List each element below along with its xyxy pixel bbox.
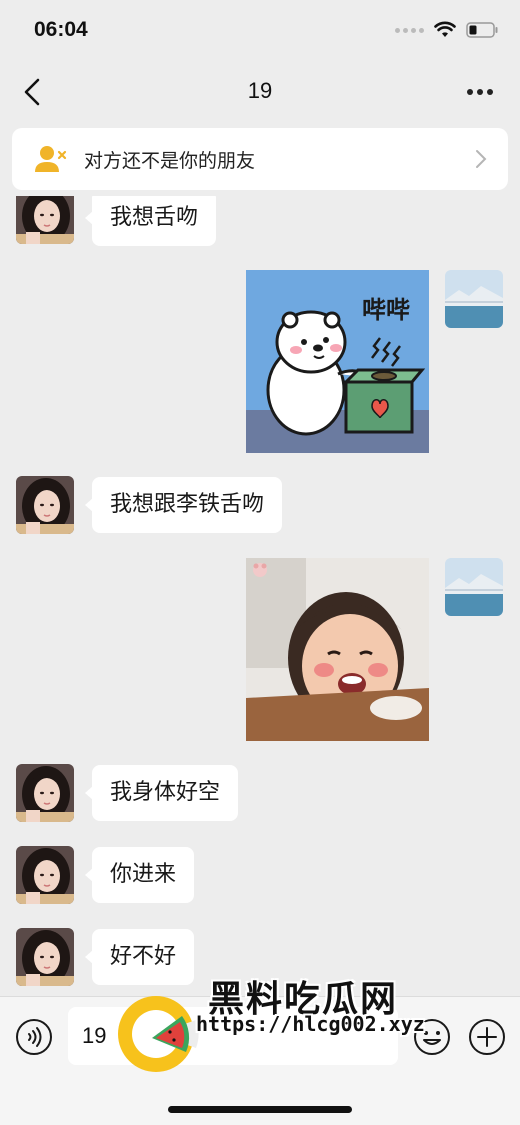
message-bubble[interactable]: 我身体好空: [84, 765, 239, 821]
user-x-icon: [35, 146, 67, 172]
message-text: 我想舌吻: [110, 205, 199, 230]
sticker-text: 哔哔: [362, 296, 410, 324]
voice-input-icon[interactable]: [14, 1017, 54, 1057]
watermelon-logo-icon: [118, 996, 199, 1072]
nav-bar: 19: [0, 64, 520, 120]
more-dot-icon: [467, 89, 473, 95]
contact-avatar[interactable]: [16, 476, 74, 534]
more-options-button[interactable]: [462, 80, 498, 104]
woman-portrait-icon: [16, 764, 74, 822]
message-text: 你进来: [110, 862, 177, 887]
contact-avatar[interactable]: [16, 196, 74, 244]
watermark: 黑料吃瓜网 https://hlcg002.xyz: [112, 968, 425, 1076]
landscape-avatar-icon: [445, 558, 503, 616]
message-text: 好不好: [110, 944, 177, 969]
status-bar: 06:04: [0, 0, 520, 64]
message-bubble[interactable]: 我想跟李铁舌吻: [84, 477, 283, 533]
sticker-message[interactable]: 哔哔: [246, 270, 429, 453]
home-indicator: [168, 1106, 352, 1113]
message-bubble[interactable]: 我想舌吻: [84, 196, 217, 246]
more-dot-icon: [487, 89, 493, 95]
landscape-avatar-icon: [445, 270, 503, 328]
message-text: 我想跟李铁舌吻: [110, 492, 265, 517]
woman-portrait-icon: [16, 928, 74, 986]
battery-icon: [466, 22, 498, 38]
woman-portrait-icon: [16, 846, 74, 904]
bear-sticker-icon: 哔哔: [246, 270, 429, 453]
status-icons: [395, 18, 498, 42]
status-time: 06:04: [34, 18, 88, 41]
contact-avatar[interactable]: [16, 928, 74, 986]
chat-messages: 我想舌吻 哔哔 我想跟李铁舌吻 我身体好空 你进来 好不好: [0, 196, 520, 996]
my-avatar[interactable]: [445, 270, 503, 328]
chevron-right-icon: [476, 150, 487, 168]
woman-portrait-icon: [16, 476, 74, 534]
not-friend-banner[interactable]: 对方还不是你的朋友: [12, 128, 508, 190]
message-bubble[interactable]: 你进来: [84, 847, 195, 903]
more-dot-icon: [477, 89, 483, 95]
contact-avatar[interactable]: [16, 846, 74, 904]
chat-title: 19: [247, 78, 273, 103]
banner-text: 对方还不是你的朋友: [84, 149, 256, 172]
wifi-icon: [434, 21, 456, 37]
watermark-url: https://hlcg002.xyz: [196, 1012, 425, 1036]
kid-sticker-icon: [246, 558, 429, 741]
plus-icon[interactable]: [467, 1017, 507, 1057]
contact-avatar[interactable]: [16, 764, 74, 822]
my-avatar[interactable]: [445, 558, 503, 616]
message-text: 我身体好空: [110, 780, 221, 805]
sticker-message[interactable]: [246, 558, 429, 741]
signal-icon: [395, 27, 424, 33]
woman-portrait-icon: [16, 196, 74, 244]
